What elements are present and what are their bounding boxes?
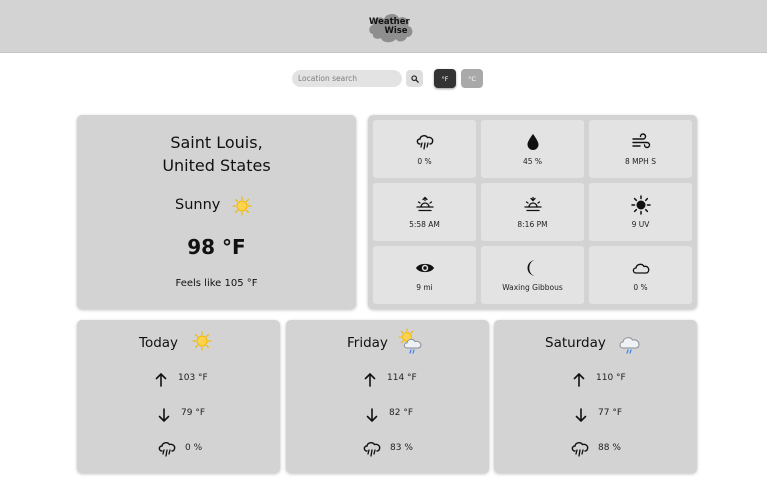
sun-icon [232, 196, 252, 220]
location-search-input[interactable] [292, 70, 402, 87]
fahrenheit-button[interactable]: °F [434, 69, 456, 88]
sunrise-tile: 5:58 AM [373, 183, 476, 241]
forecast-rain-chance: 83 % [390, 443, 413, 453]
condition-text: Sunny [175, 197, 221, 213]
uv-sun-icon [589, 195, 692, 215]
forecast-card-saturday: Saturday 110 °F 77 °F 88 % [494, 320, 697, 473]
wind-tile: 8 MPH S [589, 120, 692, 178]
rain-icon [373, 132, 476, 152]
wind-icon [589, 132, 692, 152]
cloud-cover-value: 0 % [633, 283, 648, 292]
country-name: United States [162, 156, 271, 175]
app-header: Weather Wise [0, 0, 767, 53]
city-name: Saint Louis, [170, 133, 263, 152]
sun-cloud-rain-icon [398, 328, 426, 360]
celsius-button[interactable]: °C [461, 69, 483, 88]
forecast-high: 103 °F [178, 373, 208, 383]
forecast-rain-chance: 0 % [185, 443, 203, 453]
current-weather-card: Saint Louis, United States Sunny 98 °F F… [77, 115, 356, 309]
cloud-icon [589, 258, 692, 278]
forecast-rain-chance: 88 % [598, 443, 621, 453]
uv-index-value: 9 UV [631, 220, 650, 229]
wind-value: 8 MPH S [625, 157, 656, 166]
sun-icon [192, 331, 212, 355]
forecast-day-name: Friday [347, 335, 388, 351]
moon-phase-value: Waxing Gibbous [502, 283, 563, 292]
forecast-card-today: Today 103 °F 79 °F 0 % [77, 320, 280, 473]
rain-icon [570, 440, 590, 458]
precipitation-tile: 0 % [373, 120, 476, 178]
rain-icon [362, 440, 382, 458]
forecast-low: 77 °F [598, 408, 622, 418]
humidity-tile: 45 % [481, 120, 584, 178]
moon-icon [481, 258, 584, 278]
rain-icon [157, 440, 177, 458]
logo-text-line2: Wise [384, 26, 408, 36]
arrow-up-icon [360, 371, 380, 389]
arrow-down-icon [571, 406, 591, 424]
forecast-card-friday: Friday 114 °F 82 °F 83 % [286, 320, 489, 473]
arrow-up-icon [151, 371, 171, 389]
cloud-cover-tile: 0 % [589, 246, 692, 304]
cloud-rain-icon [617, 332, 643, 362]
humidity-value: 45 % [522, 157, 543, 166]
sunrise-value: 5:58 AM [409, 220, 440, 229]
feels-like-text: Feels like 105 °F [175, 278, 258, 289]
forecast-high: 110 °F [596, 373, 626, 383]
search-button[interactable] [406, 70, 423, 87]
arrow-up-icon [569, 371, 589, 389]
forecast-day-name: Saturday [545, 335, 606, 351]
droplet-icon [481, 132, 584, 152]
precipitation-value: 0 % [417, 157, 432, 166]
sunrise-icon [373, 195, 476, 215]
current-temperature: 98 °F [187, 235, 246, 259]
uv-index-tile: 9 UV [589, 183, 692, 241]
forecast-low: 79 °F [181, 408, 205, 418]
search-icon [410, 74, 419, 83]
eye-icon [373, 258, 476, 278]
arrow-down-icon [154, 406, 174, 424]
forecast-high: 114 °F [387, 373, 417, 383]
visibility-tile: 9 mi [373, 246, 476, 304]
forecast-low: 82 °F [389, 408, 413, 418]
forecast-day-name: Today [139, 335, 179, 351]
sunset-value: 8:16 PM [517, 220, 548, 229]
moon-phase-tile: Waxing Gibbous [481, 246, 584, 304]
logo[interactable]: Weather Wise [367, 10, 415, 44]
weather-details-grid: 0 % 45 % 8 MPH S 5:58 AM 8:16 PM 9 UV 9 … [368, 115, 697, 309]
sunset-icon [481, 195, 584, 215]
sunset-tile: 8:16 PM [481, 183, 584, 241]
arrow-down-icon [362, 406, 382, 424]
visibility-value: 9 mi [416, 283, 433, 292]
